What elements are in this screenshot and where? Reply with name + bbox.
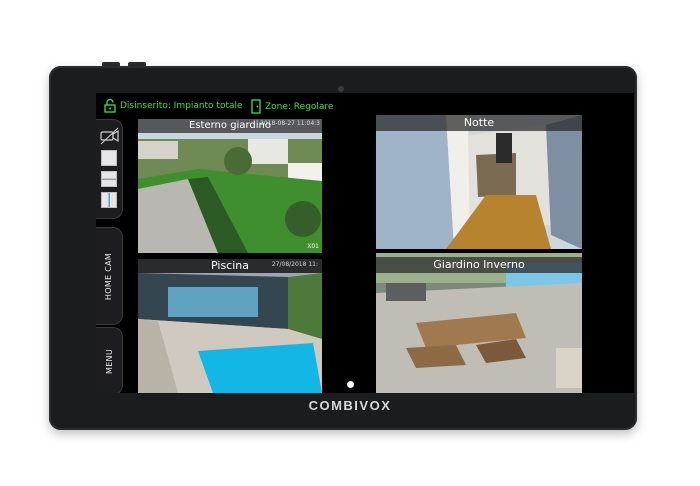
camera-timestamp: 2018-08-27 11:04:3 — [260, 120, 320, 127]
camera-feed-notte[interactable]: Notte — [376, 115, 582, 249]
camera-timestamp: 27/08/2018 11: — [271, 261, 318, 268]
sidebar: HOME CAM MENU — [96, 117, 124, 393]
camera-label: Notte — [376, 115, 582, 131]
camera-settings-icon[interactable] — [100, 127, 120, 145]
camera-feed-giardino-inverno[interactable]: Giardino Inverno — [376, 253, 582, 393]
camera-image-winter-garden — [376, 253, 582, 393]
screen: Disinserito: Impianto totale Zone: Regol… — [96, 93, 634, 393]
zone-status-text: Zone: Regolare — [265, 101, 334, 112]
camera-label: Giardino Inverno — [376, 257, 582, 273]
camera-image-pool — [138, 259, 322, 393]
menu-label: MENU — [104, 348, 114, 374]
alarm-status[interactable]: Disinserito: Impianto totale — [104, 99, 243, 113]
home-cam-tab[interactable]: HOME CAM — [96, 227, 123, 325]
camera-feed-esterno-giardino[interactable]: Esterno giardino 2018-08-27 11:04:3 X01 — [138, 119, 322, 253]
menu-tab[interactable]: MENU — [96, 327, 123, 393]
door-icon — [251, 99, 261, 114]
camera-image-night-room — [376, 115, 582, 249]
zone-status[interactable]: Zone: Regolare — [251, 99, 333, 114]
camera-sensor — [338, 86, 344, 92]
camera-image-garden — [138, 119, 322, 253]
page-indicator-dot — [347, 381, 354, 388]
lock-open-icon — [104, 99, 116, 113]
camera-feed-piscina[interactable]: Piscina 27/08/2018 11: — [138, 259, 322, 393]
layout-1-button[interactable] — [101, 150, 117, 166]
home-cam-label: HOME CAM — [104, 252, 114, 300]
brand-logo: COMBIVOX — [308, 398, 392, 413]
status-bar: Disinserito: Impianto totale Zone: Regol… — [96, 93, 634, 117]
camera-corner-code: X01 — [307, 243, 319, 250]
alarm-status-text: Disinserito: Impianto totale — [120, 101, 243, 111]
layout-2-button[interactable] — [101, 171, 117, 187]
layout-4-button[interactable] — [101, 192, 117, 208]
